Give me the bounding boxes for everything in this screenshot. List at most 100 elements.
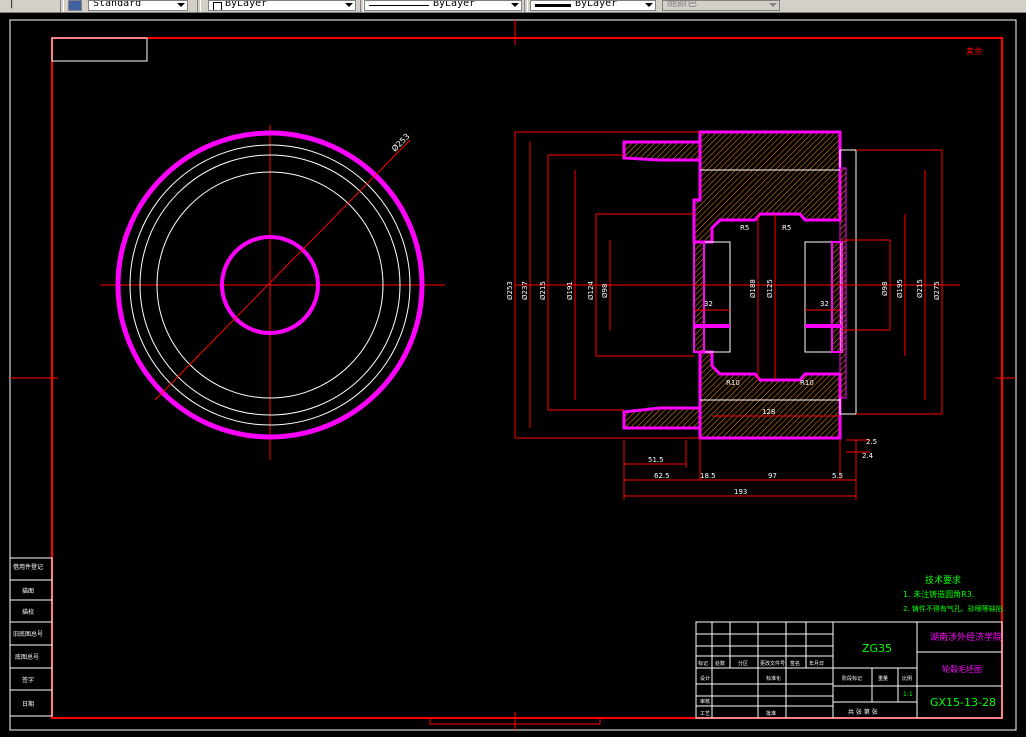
tech-req-line2: 2. 铸件不得有气孔、砂眼等缺陷. [903,604,1005,613]
dim-275: Ø275 [933,281,941,300]
toolbar-separator [197,0,201,12]
keyway-left [694,324,730,328]
toolbar-separator [524,0,528,12]
dim-18-5: 18.5 [700,472,716,480]
dim-125: Ø125 [766,279,774,298]
tech-req-title: 技术要求 [925,574,961,586]
row-count: 处数 [715,660,725,667]
lineweight-preview-icon [535,4,571,7]
row-date: 年月日 [809,660,824,667]
sheet-border [9,19,1017,731]
r-label-1: R5 [740,224,749,232]
dim-193: 193 [734,488,747,496]
section-view [515,130,960,440]
drawing-number: GX15-13-28 [930,696,996,709]
lower-flange [622,406,702,430]
dim-32-right: 32 [820,300,829,308]
row-change-doc: 更改文件号 [760,660,785,667]
lineweight-value: ByLayer [575,0,618,9]
plot-style-value: 随颜色 [667,0,697,9]
chevron-down-icon [177,3,185,7]
left-view: Ø253 [100,125,445,460]
material-label: ZG35 [862,642,892,655]
stage-label: 阶段标记 [842,675,862,682]
dim-2-4: 2.4 [862,452,874,460]
scale-value: 1:1 [903,691,913,698]
chevron-down-icon [511,3,519,7]
plot-style-dropdown[interactable]: 随颜色 [662,0,780,11]
chevron-down-icon [345,3,353,7]
side-label-2: 描图 [22,587,34,595]
layer-value: ByLayer [225,0,268,9]
designer-label: 设计 [700,675,710,682]
weight-label: 重量 [878,675,888,682]
linetype-preview-icon [369,5,429,6]
text-style-icon[interactable] [68,0,82,11]
side-label-7: 日期 [22,700,34,708]
linetype-dropdown[interactable]: ByLayer [364,0,522,11]
tech-requirements: 技术要求 1. 未注铸造圆角R3. 2. 铸件不得有气孔、砂眼等缺陷. [903,574,1005,613]
toolbar-separator [60,0,64,12]
text-style-value: Standard [93,0,142,9]
row-zone: 分区 [738,660,748,667]
ratio-label: 比例 [902,675,912,682]
side-label-1: 借用件登记 [13,563,43,571]
row-mark: 标记 [698,660,708,667]
reviewer-label: 审核 [700,698,710,705]
side-registration-table: 借用件登记 描图 描校 旧底图总号 底图总号 签字 日期 [9,557,53,717]
dim-237: Ø237 [521,281,529,300]
toolbar-left-clip: | [10,0,14,9]
dim-texts: Ø253 Ø237 Ø215 Ø191 Ø124 Ø98 Ø188 Ø125 Ø… [506,224,941,496]
r-label-4: R10 [800,379,814,387]
dim-2-5: 2.5 [866,438,877,446]
upper-flange [622,140,702,162]
dim-128: 128 [762,408,775,416]
chevron-down-icon [769,3,777,7]
roughness-mark: 其余 [966,46,982,56]
process-label: 工艺 [700,711,710,717]
dim-97: 97 [768,472,777,480]
chevron-down-icon [645,3,653,7]
corner-code-box [51,37,148,62]
dim-124: Ø124 [587,281,595,300]
side-label-6: 签字 [22,676,34,684]
color-swatch-icon [213,2,222,10]
right-face-hatch [839,167,847,399]
dim-191: Ø191 [566,281,574,300]
r-label-2: R5 [782,224,791,232]
row-sign: 签名 [790,660,800,667]
dim-215: Ø215 [539,281,547,300]
diameter-leader [154,139,411,401]
r-label-3: R10 [726,379,740,387]
part-name: 轮毂毛坯图 [942,664,982,674]
dim-51-5: 51.5 [648,456,664,464]
hub-left-wall [693,241,705,353]
school-name: 湖南涉外经济学院 [930,631,1002,643]
standardized-label: 标准化 [766,675,781,682]
drawing-canvas[interactable]: 其余 Ø253 Ø253 Ø237 Ø215 Ø191 Ø124 Ø98 Ø18… [0,13,1026,733]
dim-62-5: 62.5 [654,472,670,480]
drawing-frame [51,37,1003,719]
lineweight-dropdown[interactable]: ByLayer [530,0,656,11]
dim-5-5: 5.5 [832,472,843,480]
dim-195: Ø195 [896,279,904,298]
lower-web [698,350,842,440]
linetype-value: ByLayer [433,0,476,9]
dim-32-left: 32 [704,300,713,308]
sheet-info: 共 张 第 张 [848,708,878,716]
title-block-text: ZG35 湖南涉外经济学院 轮毂毛坯图 GX15-13-28 1:1 共 张 第… [698,631,1002,717]
drawing-svg: 其余 Ø253 Ø253 Ø237 Ø215 Ø191 Ø124 Ø98 Ø18… [9,19,1017,731]
dim-188: Ø188 [749,279,757,298]
dim-253: Ø253 [506,281,514,300]
properties-toolbar: | Standard ByLayer ByLayer ByLayer 随颜色 [0,0,1026,13]
layer-color-dropdown[interactable]: ByLayer [208,0,356,11]
approve-label: 批准 [766,710,776,717]
dim-215-right: Ø215 [916,279,924,298]
upper-web [692,130,842,244]
text-style-dropdown[interactable]: Standard [88,0,188,11]
dim-98-right: Ø98 [881,282,889,296]
side-label-5: 底图总号 [15,653,39,661]
dim-98: Ø98 [601,284,609,298]
side-label-4: 旧底图总号 [13,630,43,638]
tech-req-line1: 1. 未注铸造圆角R3. [903,589,974,599]
